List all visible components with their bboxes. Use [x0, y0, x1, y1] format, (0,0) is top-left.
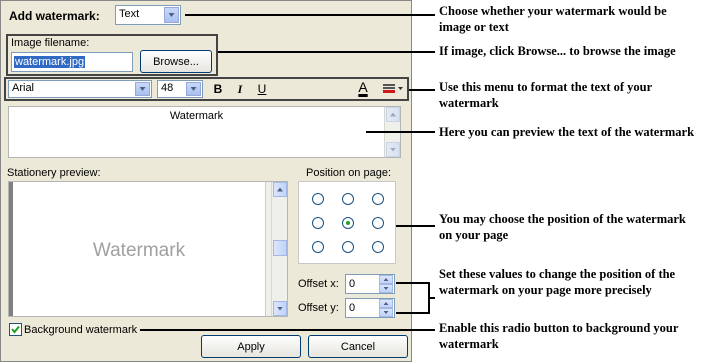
font-size-select[interactable]: 48: [157, 80, 203, 98]
stationery-watermark-text: Watermark: [92, 240, 186, 261]
position-label: Position on page:: [306, 167, 392, 179]
background-watermark-checkbox[interactable]: [9, 323, 22, 336]
spin-up-icon[interactable]: [379, 299, 393, 308]
scroll-up-icon[interactable]: [386, 107, 400, 122]
image-filename-input[interactable]: watermark.jpg: [11, 52, 133, 72]
position-top-left-radio[interactable]: [312, 193, 324, 205]
checkmark-icon: [11, 325, 20, 334]
offset-y-stepper[interactable]: 0: [345, 298, 395, 318]
bold-button[interactable]: B: [209, 80, 227, 98]
cancel-button[interactable]: Cancel: [308, 335, 408, 358]
callout-line-offset-y: [396, 312, 429, 314]
callout-line-preview: [366, 131, 435, 133]
callout-line-browse: [218, 51, 435, 53]
callout-offset-text: Set these values to change the position …: [439, 267, 676, 297]
chevron-down-icon[interactable]: [135, 82, 150, 96]
text-preview-area[interactable]: Watermark: [8, 106, 401, 158]
text-preview-value: Watermark: [169, 110, 224, 122]
position-top-right-radio[interactable]: [372, 193, 384, 205]
callout-line-offset: [429, 297, 435, 299]
stationery-scrollbar[interactable]: [271, 182, 287, 316]
position-middle-left-radio[interactable]: [312, 217, 324, 229]
font-name-value: Arial: [12, 82, 35, 94]
callout-line-format: [409, 89, 435, 91]
callout-line-position: [396, 225, 435, 227]
offset-y-value: 0: [349, 302, 356, 314]
add-watermark-label: Add watermark:: [9, 9, 100, 23]
position-grid: [298, 181, 396, 264]
offset-x-label: Offset x:: [298, 278, 339, 290]
apply-button[interactable]: Apply: [201, 335, 301, 358]
font-color-icon[interactable]: A: [354, 78, 372, 96]
image-filename-value: watermark.jpg: [14, 56, 86, 68]
chevron-down-icon[interactable]: [186, 82, 201, 96]
spin-down-icon[interactable]: [379, 308, 393, 317]
background-watermark-label: Background watermark: [24, 324, 138, 336]
callout-line-background: [140, 329, 435, 331]
offset-x-value: 0: [349, 278, 356, 290]
font-name-select[interactable]: Arial: [8, 80, 152, 98]
scroll-down-icon[interactable]: [386, 142, 400, 157]
underline-button[interactable]: U: [253, 80, 271, 98]
callout-browse-text: If image, click Browse... to browse the …: [439, 44, 676, 58]
callout-position-text: You may choose the position of the water…: [439, 212, 686, 242]
scroll-thumb[interactable]: [273, 240, 287, 256]
position-middle-right-radio[interactable]: [372, 217, 384, 229]
browse-button[interactable]: Browse...: [140, 50, 212, 73]
chevron-down-icon[interactable]: [164, 7, 179, 23]
position-bottom-right-radio[interactable]: [372, 241, 384, 253]
position-center-radio[interactable]: [342, 217, 354, 229]
callout-format-text: Use this menu to format the text of your…: [439, 80, 652, 110]
watermark-type-select[interactable]: Text: [115, 5, 181, 25]
position-bottom-left-radio[interactable]: [312, 241, 324, 253]
stationery-preview-label: Stationery preview:: [7, 167, 101, 179]
scroll-down-icon[interactable]: [273, 301, 287, 316]
callout-preview-text: Here you can preview the text of the wat…: [439, 125, 695, 139]
callout-type-text: Choose whether your watermark would be i…: [439, 4, 667, 34]
watermark-type-value: Text: [119, 8, 140, 20]
spin-up-icon[interactable]: [379, 275, 393, 284]
offset-x-stepper[interactable]: 0: [345, 274, 395, 294]
callout-background-text: Enable this radio button to background y…: [439, 321, 679, 351]
callout-line-type: [185, 14, 435, 16]
font-size-value: 48: [161, 82, 174, 94]
italic-button[interactable]: I: [231, 80, 249, 98]
callout-line-offset-x: [396, 282, 429, 284]
position-top-center-radio[interactable]: [342, 193, 354, 205]
image-filename-label: Image filename:: [11, 37, 90, 49]
spin-down-icon[interactable]: [379, 284, 393, 293]
position-bottom-center-radio[interactable]: [342, 241, 354, 253]
offset-y-label: Offset y:: [298, 302, 339, 314]
highlight-color-icon[interactable]: [381, 82, 405, 96]
stationery-preview-area: Watermark: [8, 181, 288, 317]
scroll-up-icon[interactable]: [273, 182, 287, 197]
